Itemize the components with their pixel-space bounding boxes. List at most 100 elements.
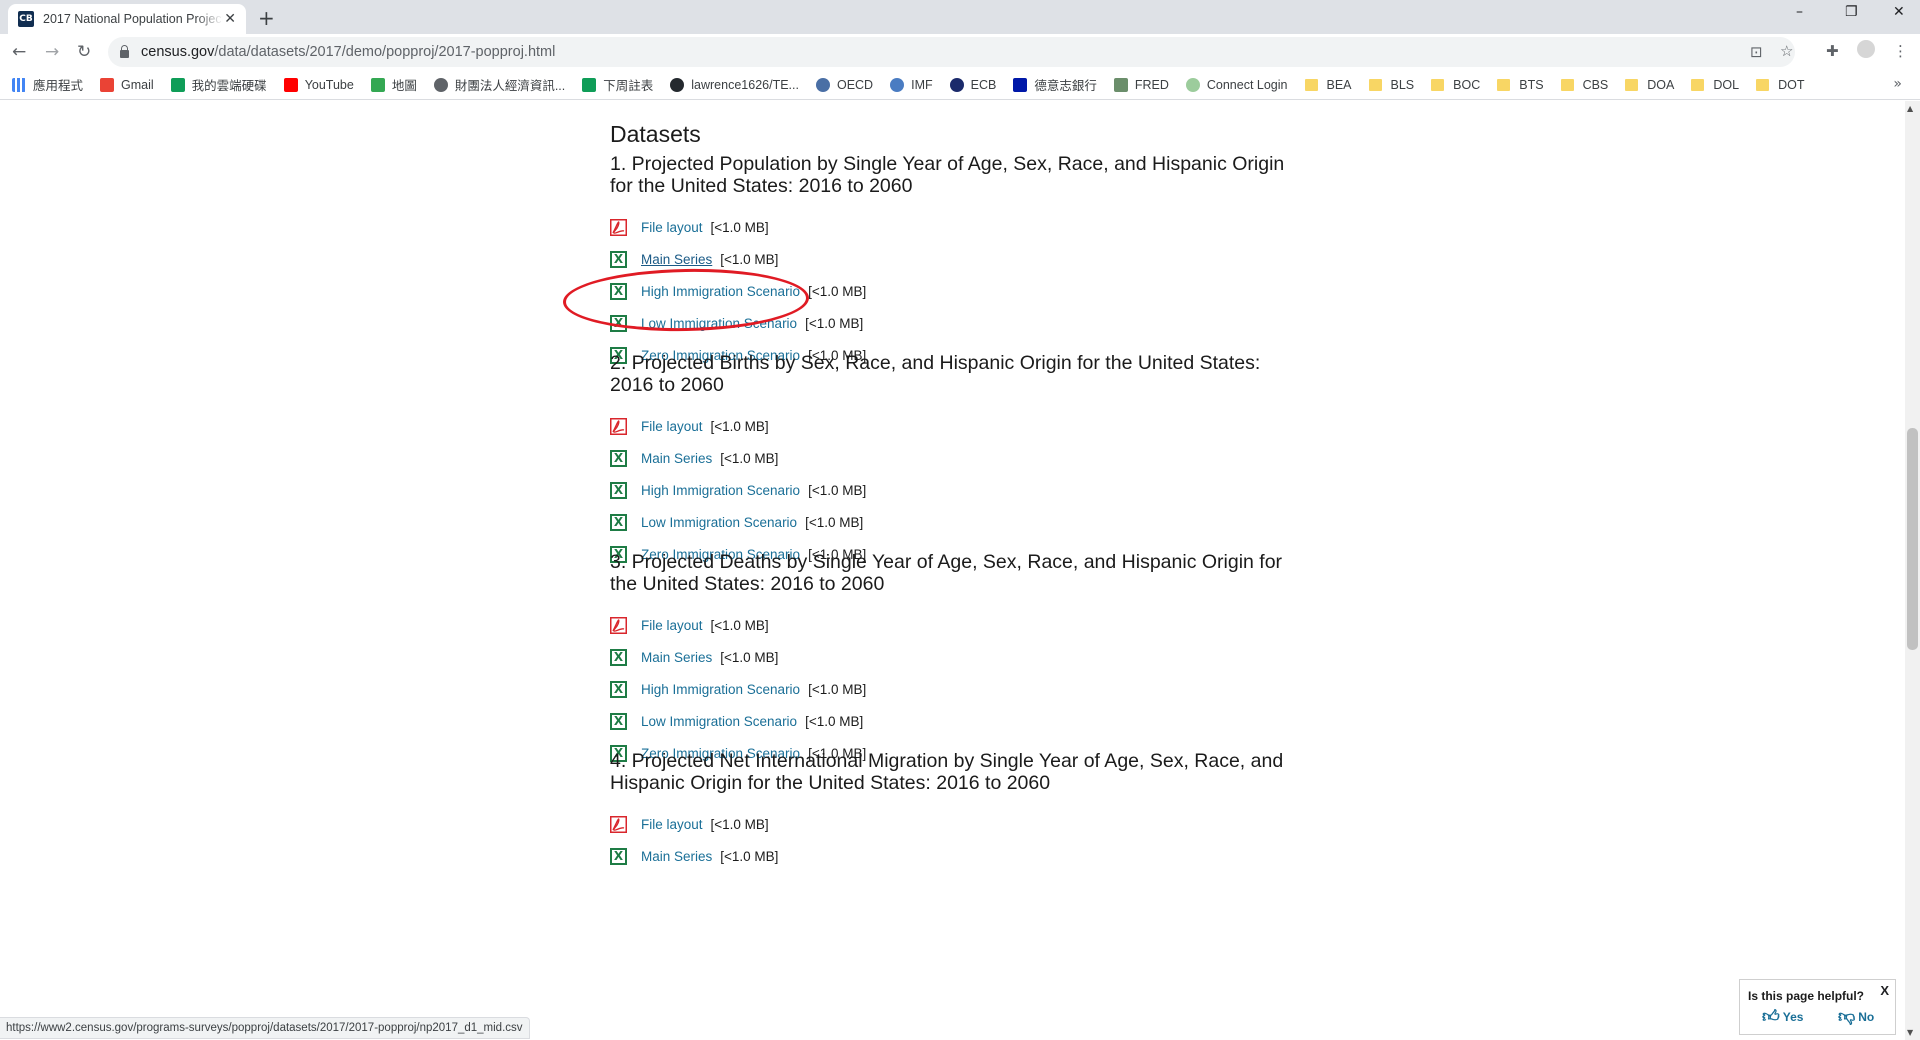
helpful-close-button[interactable]: X <box>1880 983 1889 998</box>
bookmark-label: 德意志銀行 <box>1034 79 1097 93</box>
bookmark-item[interactable]: YouTube <box>283 77 354 92</box>
browser-toolbar: ← → ↻ census.gov/data/datasets/2017/demo… <box>0 34 1920 70</box>
github-icon <box>670 77 685 92</box>
pdf-file-icon <box>610 218 627 236</box>
bookmark-item[interactable]: 德意志銀行 <box>1013 75 1097 94</box>
bookmark-item[interactable]: 我的雲端硬碟 <box>170 75 267 94</box>
profile-avatar[interactable] <box>1857 40 1875 58</box>
address-bar[interactable]: census.gov/data/datasets/2017/demo/poppr… <box>108 37 1795 67</box>
file-download-link[interactable]: Low Immigration Scenario <box>641 316 797 331</box>
forward-icon[interactable]: → <box>45 42 59 62</box>
bookmark-folder[interactable]: BLS <box>1368 78 1414 92</box>
file-download-link[interactable]: File layout <box>641 817 703 832</box>
bookmark-folder[interactable]: CBS <box>1560 77 1609 92</box>
minimize-icon[interactable]: – <box>1796 4 1803 20</box>
file-list: File layout [<1.0 MB] X Main Series [<1.0 MB… <box>610 808 1310 872</box>
file-download-link[interactable]: High Immigration Scenario <box>641 483 800 498</box>
bookmark-folder[interactable]: BOC <box>1431 78 1480 92</box>
window-close-icon[interactable]: ✕ <box>1893 4 1905 20</box>
bookmark-item[interactable]: 下周註表 <box>582 75 653 94</box>
excel-file-icon: X <box>610 250 627 268</box>
bookmark-label: 地圖 <box>391 79 417 93</box>
bookmark-label: lawrence1626/TE... <box>691 77 799 92</box>
menu-kebab-icon[interactable]: ⋮ <box>1893 42 1908 60</box>
dataset-section: 3. Projected Deaths by Single Year of Ag… <box>610 551 1310 769</box>
drive-icon <box>170 77 185 92</box>
file-size: [<1.0 MB] <box>710 418 769 434</box>
file-size: [<1.0 MB] <box>720 251 779 267</box>
helpful-question: Is this page helpful? <box>1748 989 1865 1003</box>
status-bar-url: https://www2.census.gov/programs-surveys… <box>0 1017 530 1039</box>
bookmark-label: ECB <box>970 77 997 92</box>
bookmark-label: YouTube <box>304 77 354 92</box>
bookmark-label: 我的雲端硬碟 <box>191 79 267 93</box>
scroll-down-arrow[interactable]: ▼ <box>1907 1028 1913 1037</box>
bookmark-item[interactable]: OECD <box>815 77 873 92</box>
bookmark-item[interactable]: FRED <box>1113 77 1169 92</box>
bookmark-folder-label: DOL <box>1713 77 1740 92</box>
tab-close-icon[interactable]: ✕ <box>224 11 236 27</box>
bookmark-item[interactable]: ECB <box>949 77 997 92</box>
file-list-item: X Low Immigration Scenario [<1.0 MB] <box>610 307 1310 339</box>
dataset-section: 1. Projected Population by Single Year o… <box>610 153 1310 371</box>
folder-icon <box>1756 78 1770 91</box>
pdf-file-icon <box>610 616 627 634</box>
excel-file-icon: X <box>610 481 627 499</box>
thumbs-down-icon: 👎︎ <box>1838 1007 1856 1027</box>
file-download-link[interactable]: Main Series <box>641 252 712 267</box>
bookmarks-overflow-icon[interactable]: » <box>1893 76 1902 92</box>
translate-icon[interactable]: ⊡ <box>1750 43 1763 61</box>
file-download-link[interactable]: Main Series <box>641 849 712 864</box>
connect-icon <box>1185 77 1200 92</box>
folder-icon <box>1497 78 1511 91</box>
scroll-up-arrow[interactable]: ▲ <box>1907 104 1913 113</box>
bookmark-folder[interactable]: DOT <box>1756 78 1804 92</box>
bookmark-label: IMF <box>911 77 933 92</box>
file-list-item: X Main Series [<1.0 MB] <box>610 442 1310 474</box>
bookmark-item[interactable]: lawrence1626/TE... <box>670 77 799 92</box>
helpful-yes-button[interactable]: 👍︎ Yes <box>1762 1006 1803 1027</box>
bookmark-folder[interactable]: BTS <box>1497 78 1544 92</box>
file-download-link[interactable]: File layout <box>641 419 703 434</box>
bookmark-item[interactable]: Connect Login <box>1185 77 1288 92</box>
bookmark-folder[interactable]: DOL <box>1691 78 1739 92</box>
bookmark-folder[interactable]: BEA <box>1304 78 1352 92</box>
file-download-link[interactable]: Main Series <box>641 650 712 665</box>
tab-strip: CB 2017 National Population Projections … <box>0 0 1920 34</box>
file-size: [<1.0 MB] <box>710 219 769 235</box>
file-download-link[interactable]: Low Immigration Scenario <box>641 515 797 530</box>
restore-icon[interactable]: ❐ <box>1845 4 1858 20</box>
bookmark-item[interactable]: 地圖 <box>370 75 417 94</box>
bookmark-item[interactable]: Gmail <box>100 77 154 92</box>
scrollbar-thumb[interactable] <box>1907 428 1918 650</box>
browser-tab[interactable]: CB 2017 National Population Projections … <box>8 4 246 34</box>
file-size: [<1.0 MB] <box>720 649 779 665</box>
file-download-link[interactable]: Low Immigration Scenario <box>641 714 797 729</box>
bank-icon <box>1013 77 1028 92</box>
bookmark-item[interactable]: 應用程式 <box>12 75 83 94</box>
new-tab-button[interactable]: + <box>258 6 275 30</box>
folder-icon <box>1560 78 1574 91</box>
file-download-link[interactable]: File layout <box>641 220 703 235</box>
oecd-icon <box>815 77 830 92</box>
file-download-link[interactable]: File layout <box>641 618 703 633</box>
file-download-link[interactable]: High Immigration Scenario <box>641 284 800 299</box>
file-list: File layout [<1.0 MB] X Main Series [<1.0 MB… <box>610 609 1310 769</box>
bookmark-star-icon[interactable]: ☆ <box>1780 42 1793 60</box>
excel-file-icon: X <box>610 513 627 531</box>
excel-file-icon: X <box>610 847 627 865</box>
extensions-icon[interactable]: ✚ <box>1826 42 1839 60</box>
file-download-link[interactable]: High Immigration Scenario <box>641 682 800 697</box>
bookmark-item[interactable]: 財團法人經濟資訊... <box>433 75 565 94</box>
file-list-item: X High Immigration Scenario [<1.0 MB] <box>610 673 1310 705</box>
reload-icon[interactable]: ↻ <box>77 42 91 62</box>
bookmark-folder[interactable]: DOA <box>1625 78 1674 92</box>
file-list-item: File layout [<1.0 MB] <box>610 410 1310 442</box>
bookmark-folder-label: CBS <box>1582 77 1609 92</box>
back-icon[interactable]: ← <box>12 42 26 62</box>
file-list-item: File layout [<1.0 MB] <box>610 211 1310 243</box>
file-download-link[interactable]: Main Series <box>641 451 712 466</box>
helpful-no-button[interactable]: 👎︎ No <box>1838 1006 1874 1027</box>
bookmark-item[interactable]: IMF <box>890 77 933 92</box>
lock-icon <box>120 45 129 58</box>
